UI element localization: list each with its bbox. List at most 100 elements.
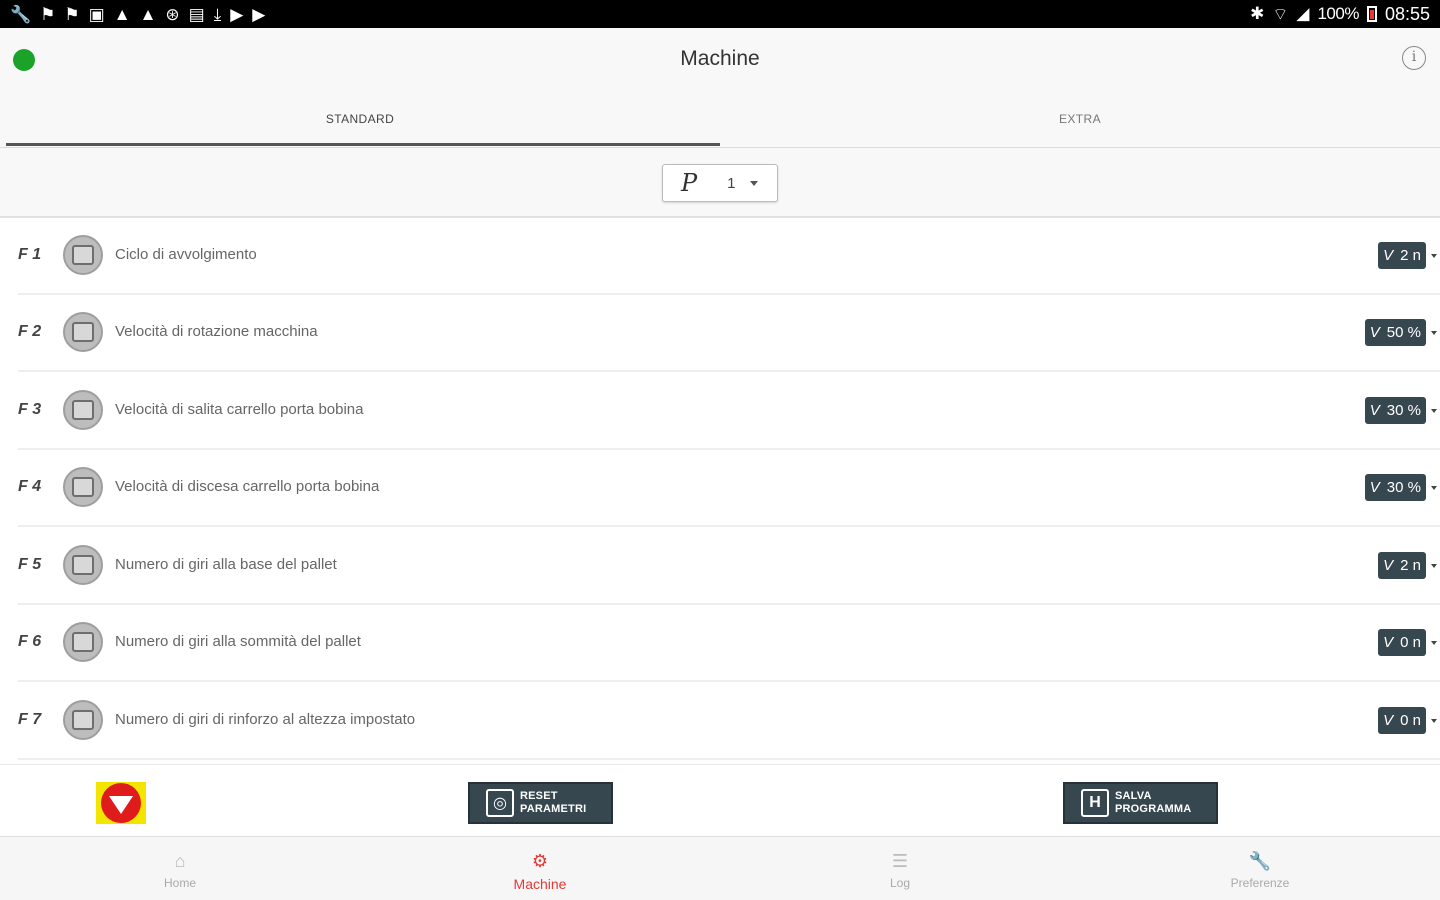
battery-percent: 100% xyxy=(1317,4,1359,23)
battery-icon xyxy=(1366,6,1377,22)
parameter-row[interactable]: F 7 Numero di giri di rinforzo al altezz… xyxy=(0,683,1440,760)
flag-icon: ⚑ xyxy=(40,4,56,24)
chevron-down-icon xyxy=(1431,719,1437,723)
rotation-speed-icon xyxy=(63,312,103,352)
chevron-down-icon xyxy=(1431,641,1437,645)
parameter-value[interactable]: V 50 % xyxy=(1364,319,1426,346)
signal-icon: ◢ xyxy=(1296,4,1310,23)
home-icon: ⌂ xyxy=(174,851,186,871)
save-program-button[interactable]: H SALVA PROGRAMMA xyxy=(1063,782,1218,824)
parameter-code: F 6 xyxy=(18,633,42,650)
parameter-label: Ciclo di avvolgimento xyxy=(115,246,257,263)
clock: 08:55 xyxy=(1384,3,1430,24)
carriage-up-icon xyxy=(63,390,103,430)
parameter-row[interactable]: F 2 Velocità di rotazione macchina V 50 % xyxy=(0,295,1440,372)
nav-home[interactable]: ⌂ Home xyxy=(0,837,360,900)
parameter-label: Velocità di discesa carrello porta bobin… xyxy=(115,478,380,495)
play-icon: ▶ xyxy=(230,4,244,24)
page-title: Machine xyxy=(680,47,760,70)
row-divider xyxy=(18,525,1440,527)
warning-icon: ▲ xyxy=(139,4,157,24)
parameter-code: F 7 xyxy=(18,711,42,728)
carriage-down-icon xyxy=(63,467,103,507)
wrap-cycle-icon xyxy=(63,235,103,275)
parameter-value[interactable]: V 30 % xyxy=(1364,397,1426,424)
nav-log[interactable]: ☰ Log xyxy=(720,837,1080,900)
settings-icon: ⊛ xyxy=(165,4,180,24)
tab-extra[interactable]: EXTRA xyxy=(720,90,1440,147)
system-indicators: ✱ ⌔ ◢ 100% 08:55 xyxy=(1250,4,1430,25)
parameter-row[interactable]: F 4 Velocità di discesa carrello porta b… xyxy=(0,450,1440,527)
program-selector-bar: P 1 xyxy=(0,148,1440,218)
program-dropdown[interactable]: P 1 xyxy=(662,164,778,202)
nav-label: Preferenze xyxy=(1230,876,1290,890)
program-number: 1 xyxy=(727,174,736,192)
save-program-label: SALVA PROGRAMMA xyxy=(1115,790,1192,815)
save-program-icon: H xyxy=(1081,789,1109,817)
gear-icon: ⚙ xyxy=(531,851,549,871)
parameter-code: F 1 xyxy=(18,246,42,263)
pallet-base-icon xyxy=(63,545,103,585)
parameter-label: Velocità di salita carrello porta bobina xyxy=(115,401,364,418)
system-status-bar: 🔧 ⚑ ⚑ ▣ ▲ ▲ ⊛ ▤ ⤓ ▶ ▶ ✱ ⌔ ◢ 100% 08:55 xyxy=(0,0,1440,28)
chevron-down-icon xyxy=(1431,564,1437,568)
image-icon: ▣ xyxy=(88,4,105,24)
sd-card-icon: ▤ xyxy=(188,4,205,24)
lock-icon: ◎ xyxy=(486,789,514,817)
reinforcement-icon xyxy=(63,700,103,740)
parameter-value[interactable]: V 30 % xyxy=(1364,474,1426,501)
tab-bar: STANDARD EXTRA xyxy=(0,90,1440,148)
parameter-row[interactable]: F 6 Numero di giri alla sommità del pall… xyxy=(0,605,1440,682)
parameter-label: Numero di giri di rinforzo al altezza im… xyxy=(115,711,416,728)
log-icon: ☰ xyxy=(891,851,909,871)
action-bar: ◎ RESET PARAMETRI H SALVA PROGRAMMA xyxy=(0,764,1440,836)
bluetooth-icon: ✱ xyxy=(1250,4,1265,23)
tab-standard[interactable]: STANDARD xyxy=(0,90,720,147)
pallet-top-icon xyxy=(63,622,103,662)
info-icon[interactable]: i xyxy=(1402,46,1426,70)
parameter-value[interactable]: V2 n xyxy=(1378,242,1426,269)
parameter-list: F 1 Ciclo di avvolgimento V2 n F 2 Veloc… xyxy=(0,218,1440,764)
emergency-stop-button[interactable] xyxy=(96,782,146,824)
reset-parameters-label: RESET PARAMETRI xyxy=(520,790,587,815)
chevron-down-icon xyxy=(1431,254,1437,258)
emergency-stop-icon xyxy=(101,783,141,823)
nav-machine[interactable]: ⚙ Machine xyxy=(360,837,720,900)
chevron-down-icon xyxy=(1431,486,1437,490)
parameter-label: Numero di giri alla base del pallet xyxy=(115,556,337,573)
flag-icon: ⚑ xyxy=(64,4,80,24)
chevron-down-icon xyxy=(749,180,758,186)
nav-preferences[interactable]: 🔧 Preferenze xyxy=(1080,837,1440,900)
wrench-icon: 🔧 xyxy=(10,4,32,24)
row-divider xyxy=(18,370,1440,372)
reset-parameters-button[interactable]: ◎ RESET PARAMETRI xyxy=(468,782,613,824)
parameter-value[interactable]: V0 n xyxy=(1378,707,1426,734)
parameter-label: Numero di giri alla sommità del pallet xyxy=(115,633,361,650)
row-divider xyxy=(18,758,1440,760)
parameter-value[interactable]: V0 n xyxy=(1378,629,1426,656)
bottom-navigation: ⌂ Home ⚙ Machine ☰ Log 🔧 Preferenze xyxy=(0,836,1440,900)
parameter-row[interactable]: F 5 Numero di giri alla base del pallet … xyxy=(0,528,1440,605)
parameter-code: F 5 xyxy=(18,556,42,573)
wrench-icon: 🔧 xyxy=(1248,851,1272,871)
parameter-label: Velocità di rotazione macchina xyxy=(115,323,318,340)
parameter-code: F 4 xyxy=(18,478,42,495)
parameter-code: F 2 xyxy=(18,323,42,340)
wifi-icon: ⌔ xyxy=(1272,4,1289,24)
app-bar: Machine i xyxy=(0,28,1440,90)
chevron-down-icon xyxy=(1431,409,1437,413)
play-icon: ▶ xyxy=(252,4,266,24)
parameter-value[interactable]: V2 n xyxy=(1378,552,1426,579)
nav-label: Machine xyxy=(513,876,567,892)
download-icon: ⤓ xyxy=(213,4,222,24)
program-prefix: P xyxy=(681,169,698,197)
row-divider xyxy=(18,680,1440,682)
parameter-code: F 3 xyxy=(18,401,42,418)
parameter-row[interactable]: F 3 Velocità di salita carrello porta bo… xyxy=(0,373,1440,450)
parameter-row[interactable]: F 1 Ciclo di avvolgimento V2 n xyxy=(0,218,1440,295)
nav-label: Home xyxy=(163,876,196,890)
chevron-down-icon xyxy=(1431,331,1437,335)
nav-label: Log xyxy=(889,876,911,890)
notification-icons: 🔧 ⚑ ⚑ ▣ ▲ ▲ ⊛ ▤ ⤓ ▶ ▶ xyxy=(10,6,265,23)
warning-icon: ▲ xyxy=(113,4,131,24)
